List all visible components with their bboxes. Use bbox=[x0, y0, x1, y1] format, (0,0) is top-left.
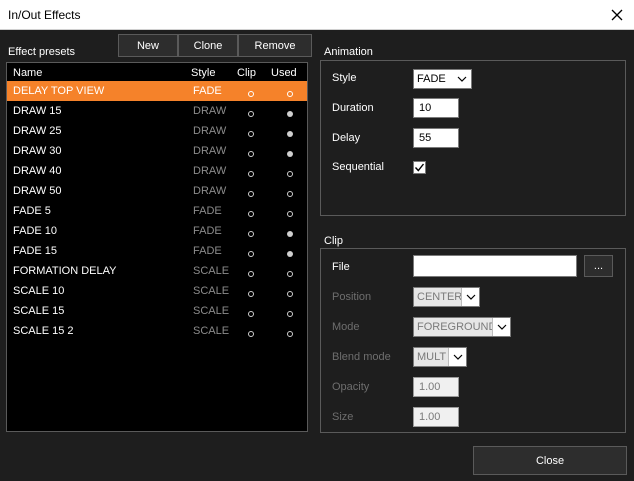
preset-name: DRAW 25 bbox=[13, 125, 62, 137]
preset-name: FADE 5 bbox=[13, 205, 51, 217]
preset-name: SCALE 10 bbox=[13, 285, 65, 297]
window-title: In/Out Effects bbox=[8, 8, 81, 22]
list-item[interactable]: FADE 5 FADE bbox=[7, 201, 307, 221]
preset-name: SCALE 15 bbox=[13, 305, 65, 317]
column-header-style[interactable]: Style bbox=[191, 67, 215, 79]
close-icon[interactable] bbox=[600, 0, 634, 30]
list-header: Name Style Clip Used bbox=[7, 63, 307, 81]
preset-style: SCALE bbox=[193, 265, 230, 277]
preset-name: DRAW 15 bbox=[13, 105, 62, 117]
list-item[interactable]: SCALE 15 2 SCALE bbox=[7, 321, 307, 341]
sequential-label: Sequential bbox=[332, 161, 384, 173]
list-item[interactable]: SCALE 15 SCALE bbox=[7, 301, 307, 321]
style-select[interactable]: FADE bbox=[413, 69, 472, 89]
chevron-down-icon bbox=[448, 348, 466, 366]
opacity-label: Opacity bbox=[332, 381, 370, 393]
preset-name: FORMATION DELAY bbox=[13, 265, 117, 277]
column-header-name[interactable]: Name bbox=[13, 67, 42, 79]
preset-style: DRAW bbox=[193, 165, 227, 177]
effect-presets-list[interactable]: Name Style Clip Used DELAY TOP VIEW FADE D… bbox=[6, 62, 308, 432]
list-item[interactable]: DELAY TOP VIEW FADE bbox=[7, 81, 307, 101]
list-item[interactable]: FADE 10 FADE bbox=[7, 221, 307, 241]
blend-mode-label: Blend mode bbox=[332, 351, 391, 363]
preset-name: DRAW 40 bbox=[13, 165, 62, 177]
remove-button[interactable]: Remove bbox=[238, 34, 312, 57]
list-item[interactable]: DRAW 15 DRAW bbox=[7, 101, 307, 121]
preset-name: DELAY TOP VIEW bbox=[13, 85, 105, 97]
position-label: Position bbox=[332, 291, 372, 303]
size-label: Size bbox=[332, 411, 354, 423]
preset-style: DRAW bbox=[193, 185, 227, 197]
list-item[interactable]: DRAW 50 DRAW bbox=[7, 181, 307, 201]
animation-title: Animation bbox=[324, 46, 373, 58]
clone-button[interactable]: Clone bbox=[178, 34, 238, 57]
chevron-down-icon bbox=[453, 70, 471, 88]
preset-name: DRAW 50 bbox=[13, 185, 62, 197]
blend-mode-select[interactable]: MULT bbox=[413, 347, 467, 367]
position-select[interactable]: CENTER bbox=[413, 287, 480, 307]
list-item[interactable]: SCALE 10 SCALE bbox=[7, 281, 307, 301]
close-button[interactable]: Close bbox=[473, 446, 627, 475]
presets-title: Effect presets bbox=[8, 46, 76, 58]
chevron-down-icon bbox=[461, 288, 479, 306]
list-item[interactable]: DRAW 25 DRAW bbox=[7, 121, 307, 141]
style-label: Style bbox=[332, 72, 357, 84]
chevron-down-icon bbox=[492, 318, 510, 336]
preset-style: FADE bbox=[193, 85, 222, 97]
preset-style: FADE bbox=[193, 205, 222, 217]
preset-name: FADE 15 bbox=[13, 245, 58, 257]
position-select-value: CENTER bbox=[417, 291, 463, 303]
delay-field[interactable]: 55 bbox=[413, 128, 459, 148]
animation-panel: Style FADE Duration 10 Delay 55 Sequenti… bbox=[320, 60, 626, 216]
list-item[interactable]: FADE 15 FADE bbox=[7, 241, 307, 261]
mode-select[interactable]: FOREGROUND bbox=[413, 317, 511, 337]
blend-mode-select-value: MULT bbox=[417, 351, 447, 363]
duration-label: Duration bbox=[332, 102, 374, 114]
preset-style: SCALE bbox=[193, 305, 230, 317]
column-header-used[interactable]: Used bbox=[271, 67, 297, 79]
preset-name: SCALE 15 2 bbox=[13, 325, 74, 337]
list-rows: DELAY TOP VIEW FADE DRAW 15 DRAW DRAW 25 DRAW… bbox=[7, 81, 307, 341]
sequential-checkbox[interactable] bbox=[413, 161, 426, 174]
duration-field[interactable]: 10 bbox=[413, 98, 459, 118]
preset-style: FADE bbox=[193, 245, 222, 257]
new-button[interactable]: New bbox=[118, 34, 178, 57]
list-item[interactable]: DRAW 40 DRAW bbox=[7, 161, 307, 181]
opacity-field[interactable]: 1.00 bbox=[413, 377, 459, 397]
column-header-clip[interactable]: Clip bbox=[237, 67, 256, 79]
preset-style: FADE bbox=[193, 225, 222, 237]
mode-select-value: FOREGROUND bbox=[417, 321, 497, 333]
preset-style: DRAW bbox=[193, 105, 227, 117]
preset-name: DRAW 30 bbox=[13, 145, 62, 157]
list-item[interactable]: DRAW 30 DRAW bbox=[7, 141, 307, 161]
checkmark-icon bbox=[414, 163, 425, 172]
mode-label: Mode bbox=[332, 321, 360, 333]
preset-style: DRAW bbox=[193, 145, 227, 157]
preset-name: FADE 10 bbox=[13, 225, 58, 237]
delay-label: Delay bbox=[332, 132, 361, 144]
list-item[interactable]: FORMATION DELAY SCALE bbox=[7, 261, 307, 281]
clip-title: Clip bbox=[324, 235, 343, 247]
preset-style: DRAW bbox=[193, 125, 227, 137]
preset-style: SCALE bbox=[193, 325, 230, 337]
style-select-value: FADE bbox=[417, 73, 446, 85]
browse-file-button[interactable]: ... bbox=[584, 255, 613, 277]
clip-panel: File ... Position CENTER Mode FOREGROUND… bbox=[320, 248, 626, 433]
title-bar: In/Out Effects bbox=[0, 0, 634, 30]
file-label: File bbox=[332, 261, 350, 273]
file-field[interactable] bbox=[413, 255, 577, 277]
preset-style: SCALE bbox=[193, 285, 230, 297]
size-field[interactable]: 1.00 bbox=[413, 407, 459, 427]
